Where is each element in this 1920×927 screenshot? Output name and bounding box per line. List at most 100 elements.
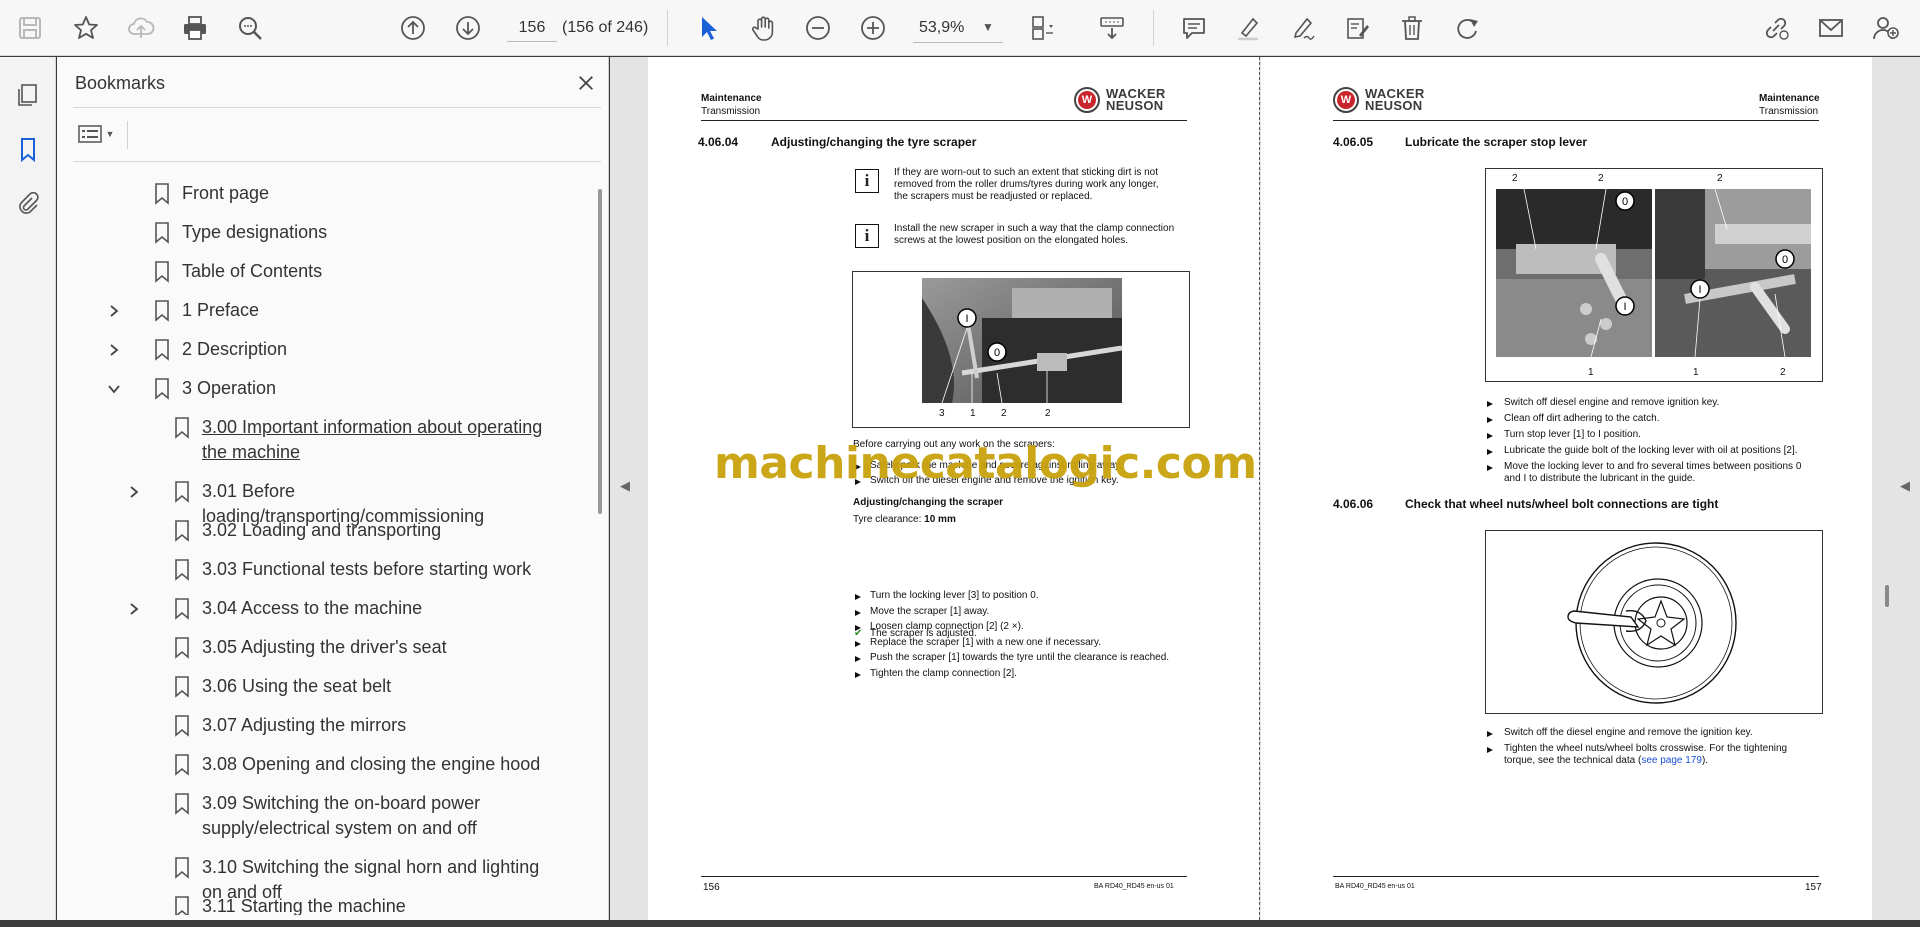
document-code: BA RD40_RD45 en-us 01 <box>1335 883 1415 890</box>
redo-icon[interactable] <box>1447 8 1487 48</box>
save-icon[interactable] <box>10 8 50 48</box>
bookmark-label: 3.02 Loading and transporting <box>202 520 442 540</box>
page-fit-icon[interactable] <box>1021 8 1061 48</box>
zoom-search-icon[interactable] <box>230 8 270 48</box>
info-note-2: Install the new scraper in such a way th… <box>894 223 1175 246</box>
bookmark-label: 3.07 Adjusting the mirrors <box>202 715 407 735</box>
edit-text-icon[interactable] <box>1337 8 1377 48</box>
bookmark-label: 1 Preface <box>182 300 260 320</box>
bookmark-icon <box>173 752 191 777</box>
panel-title: Bookmarks <box>75 73 166 93</box>
bookmark-options-button[interactable]: ▼ <box>73 117 119 151</box>
bookmark-icon <box>153 298 171 323</box>
panel-separator <box>127 121 128 149</box>
arrow-down-circle-icon[interactable] <box>448 8 488 48</box>
info-icon: i <box>855 224 879 248</box>
bookmark-icon <box>153 337 171 362</box>
bookmark-icon <box>153 181 171 206</box>
step-text: Tighten the wheel nuts/wheel bolts cross… <box>1504 743 1788 754</box>
lubricate-figure-frame: 0 I 0 I 2 2 2 1 1 2 <box>1485 168 1823 382</box>
svg-text:0: 0 <box>994 347 1000 359</box>
page-number-input[interactable] <box>507 14 557 42</box>
bookmark-label: 3 Operation <box>182 378 277 398</box>
bookmark-panel-icon[interactable] <box>8 129 48 169</box>
chevron-down-icon[interactable] <box>105 376 123 401</box>
hand-icon[interactable] <box>743 8 783 48</box>
chevron-down-icon[interactable]: ▼ <box>982 20 994 34</box>
zoom-level-value[interactable]: 53,9% <box>919 19 964 37</box>
bookmark-scrollbar[interactable] <box>598 189 602 514</box>
highlighter-icon[interactable] <box>1228 8 1268 48</box>
figure-callout: 1 <box>970 408 976 419</box>
step-text: Move the scraper [1] away. <box>870 605 990 617</box>
toolbar-separator <box>1153 10 1154 46</box>
wacker-neuson-logo: W WACKER NEUSON <box>1333 87 1425 113</box>
bullet-arrow-icon <box>855 671 861 678</box>
bullet-arrow-icon <box>855 656 861 662</box>
chevron-down-icon: ▼ <box>105 129 115 139</box>
step-text: Switch off the diesel engine and remove … <box>1504 727 1753 738</box>
bullet-arrow-icon <box>855 609 861 616</box>
figure-callout: 2 <box>1717 173 1723 184</box>
add-user-icon[interactable] <box>1865 8 1905 48</box>
zoom-in-icon[interactable] <box>853 8 893 48</box>
mail-icon[interactable] <box>1811 8 1851 48</box>
step-text-continuation: torque, see the technical data (see page… <box>1504 755 1709 766</box>
signature-pen-icon[interactable] <box>1283 8 1323 48</box>
header-rule <box>1333 120 1819 121</box>
bookmark-icon <box>153 220 171 245</box>
cloud-upload-icon[interactable] <box>121 8 161 48</box>
expand-panel-right-icon[interactable]: ◀ <box>1900 478 1910 494</box>
figure-callout: 1 <box>1693 367 1699 378</box>
scraper-figure-frame: I 0 3 1 2 2 <box>852 271 1190 428</box>
page-thumbnails-icon[interactable] <box>8 75 48 115</box>
svg-text:0: 0 <box>1622 196 1628 208</box>
close-icon[interactable] <box>570 67 602 99</box>
section-number: 4.06.04 <box>698 135 739 149</box>
bookmark-icon <box>153 259 171 284</box>
section-title: Adjusting/changing the tyre scraper <box>771 135 977 149</box>
trash-icon[interactable] <box>1392 8 1432 48</box>
attachment-icon[interactable] <box>8 183 48 223</box>
section-title: Lubricate the scraper stop lever <box>1405 135 1588 149</box>
bookmark-label: 3.11 Starting the machine <box>202 896 406 915</box>
bookmark-icon <box>173 894 191 915</box>
navigation-rail <box>0 57 56 920</box>
bookmark-icon <box>173 415 191 440</box>
printer-icon[interactable] <box>175 8 215 48</box>
bookmark-icon <box>173 479 191 504</box>
chevron-right-icon[interactable] <box>105 337 123 362</box>
chevron-right-icon[interactable] <box>125 596 143 621</box>
page-header-subtitle: Transmission <box>701 106 761 117</box>
panel-divider <box>73 107 601 108</box>
page-179-link[interactable]: see page 179 <box>1641 755 1702 766</box>
comment-icon[interactable] <box>1174 8 1214 48</box>
zoom-out-icon[interactable] <box>798 8 838 48</box>
page-header-subtitle: Transmission <box>1759 106 1819 117</box>
bookmark-label: 3.05 Adjusting the driver's seat <box>202 637 447 657</box>
bookmark-label: Front page <box>182 183 270 203</box>
figure-callout: 3 <box>939 408 945 419</box>
bullet-arrow-icon <box>855 594 861 600</box>
arrow-up-circle-icon[interactable] <box>393 8 433 48</box>
svg-text:I: I <box>965 313 968 325</box>
chevron-right-icon[interactable] <box>125 479 143 504</box>
page-count-label: (156 of 246) <box>562 19 649 36</box>
info-icon: i <box>855 169 879 193</box>
step-text: Loosen clamp connection [2] (2 ×). <box>870 621 1024 632</box>
share-link-icon[interactable] <box>1756 8 1796 48</box>
cursor-icon[interactable] <box>688 8 728 48</box>
bookmark-label: 3.06 Using the seat belt <box>202 676 392 696</box>
document-scrollbar[interactable] <box>1885 585 1889 607</box>
chevron-right-icon[interactable] <box>105 298 123 323</box>
wacker-neuson-logo: W WACKER NEUSON <box>1074 87 1166 113</box>
page-header-title: Maintenance <box>701 93 762 104</box>
bookmark-label: Table of Contents <box>182 261 323 281</box>
bookmark-icon <box>173 674 191 699</box>
figure-callout: 2 <box>1045 408 1051 419</box>
scroll-mode-icon[interactable] <box>1092 8 1132 48</box>
pdf-page-157: W WACKER NEUSON Maintenance Transmission … <box>1261 57 1872 920</box>
wheel-figure-frame <box>1485 530 1823 714</box>
star-icon[interactable] <box>66 8 106 48</box>
collapse-panel-left-icon[interactable]: ◀ <box>620 478 630 494</box>
